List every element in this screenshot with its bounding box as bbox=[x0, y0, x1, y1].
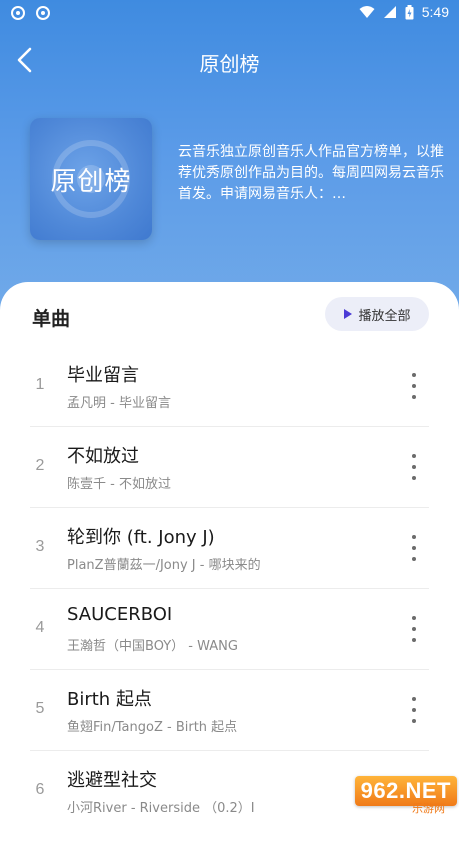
play-all-label: 播放全部 bbox=[358, 308, 411, 324]
song-index: 5 bbox=[35, 700, 45, 717]
song-artist-album: 王瀚哲（中国BOY） - WANG bbox=[67, 639, 238, 654]
song-title: Birth 起点 bbox=[67, 689, 152, 710]
song-row[interactable]: 4 SAUCERBOI 王瀚哲（中国BOY） - WANG bbox=[30, 589, 429, 670]
page-title: 原创榜 bbox=[199, 52, 260, 76]
song-title: 不如放过 bbox=[67, 446, 139, 467]
playlist-cover: 原创榜 bbox=[30, 118, 152, 240]
song-artist-album: 陈壹千 - 不如放过 bbox=[67, 477, 171, 492]
song-title: 逃避型社交 bbox=[67, 770, 157, 791]
song-index: 3 bbox=[35, 538, 45, 555]
song-row[interactable]: 2 不如放过 陈壹千 - 不如放过 bbox=[30, 427, 429, 508]
signal-icon bbox=[383, 6, 396, 18]
title-bar: 原创榜 bbox=[0, 36, 459, 88]
song-artist-album: PlanZ普蘭茲一/Jony J - 哪块来的 bbox=[67, 558, 261, 573]
more-options-icon[interactable] bbox=[407, 454, 421, 480]
song-list-panel: 单曲 播放全部 1 毕业留言 孟凡明 - 毕业留言 2 不如放过 陈壹千 - 不… bbox=[0, 282, 459, 842]
song-title: 毕业留言 bbox=[67, 365, 139, 386]
more-options-icon[interactable] bbox=[407, 697, 421, 723]
site-watermark-logo: 962.NET 乐游网 bbox=[317, 768, 457, 815]
song-row[interactable]: 1 毕业留言 孟凡明 - 毕业留言 bbox=[30, 346, 429, 427]
song-index: 4 bbox=[35, 619, 45, 636]
watermark-sub-text: 乐游网 bbox=[412, 802, 445, 815]
song-artist-album: 小河River - Riverside （0.2）I bbox=[67, 801, 255, 816]
song-index: 6 bbox=[35, 781, 45, 798]
playlist-description[interactable]: 云音乐独立原创音乐人作品官方榜单，以推荐优秀原创作品为目的。每周四网易云音乐首发… bbox=[178, 142, 446, 205]
sync-icon bbox=[36, 6, 50, 20]
section-title: 单曲 bbox=[32, 308, 71, 330]
sync-icon bbox=[11, 6, 25, 20]
battery-icon bbox=[405, 4, 414, 19]
song-artist-album: 鱼翅Fin/TangoZ - Birth 起点 bbox=[67, 720, 238, 735]
song-index: 1 bbox=[35, 376, 45, 393]
more-options-icon[interactable] bbox=[407, 616, 421, 642]
song-title: 轮到你 (ft. Jony J) bbox=[67, 527, 215, 548]
song-row[interactable]: 3 轮到你 (ft. Jony J) PlanZ普蘭茲一/Jony J - 哪块… bbox=[30, 508, 429, 589]
song-list: 1 毕业留言 孟凡明 - 毕业留言 2 不如放过 陈壹千 - 不如放过 3 轮到… bbox=[0, 346, 459, 831]
play-icon bbox=[344, 309, 353, 319]
status-notifications bbox=[10, 5, 51, 21]
more-options-icon[interactable] bbox=[407, 535, 421, 561]
status-bar: 5:49 bbox=[0, 0, 459, 26]
status-system: 5:49 bbox=[359, 4, 449, 20]
song-title: SAUCERBOI bbox=[67, 604, 173, 625]
wifi-icon bbox=[359, 6, 375, 18]
song-index: 2 bbox=[35, 457, 45, 474]
song-artist-album: 孟凡明 - 毕业留言 bbox=[67, 396, 171, 411]
cover-title: 原创榜 bbox=[50, 166, 132, 197]
status-time: 5:49 bbox=[421, 4, 449, 20]
song-row[interactable]: 5 Birth 起点 鱼翅Fin/TangoZ - Birth 起点 bbox=[30, 670, 429, 751]
more-options-icon[interactable] bbox=[407, 373, 421, 399]
play-all-button[interactable]: 播放全部 bbox=[325, 297, 429, 331]
